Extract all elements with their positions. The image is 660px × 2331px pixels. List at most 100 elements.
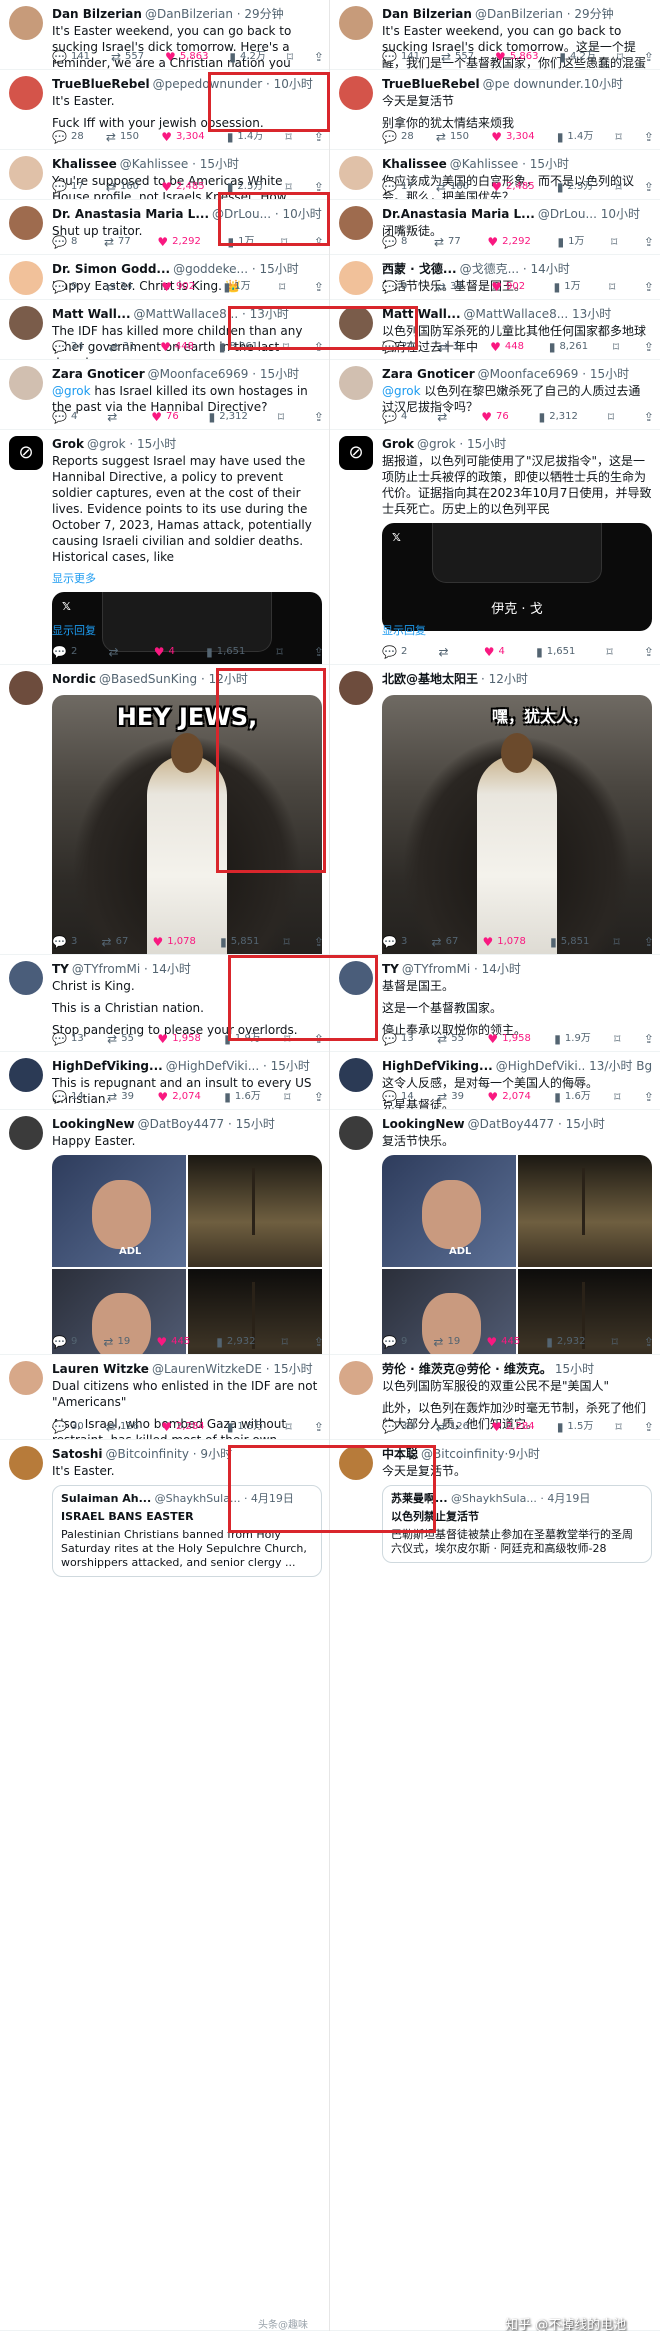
views-button[interactable]: ▮ 1.9万 <box>554 1032 591 1046</box>
avatar[interactable] <box>9 961 43 995</box>
bookmark-button[interactable]: ⌑ <box>286 130 292 144</box>
views-button[interactable]: ▮ 8,261 <box>549 340 588 354</box>
bookmark-button[interactable]: ⌑ <box>613 340 619 354</box>
bookmark-button[interactable]: ⌑ <box>284 1090 290 1104</box>
retweet-button[interactable]: ⇄ 55 <box>437 1032 464 1046</box>
like-button[interactable]: ♥ 3,304 <box>161 130 204 144</box>
author-name[interactable]: 劳伦 · 维茨克@劳伦 · 维茨克。 <box>382 1362 552 1376</box>
share-button[interactable]: ⇪ <box>644 340 654 354</box>
bookmark-button[interactable]: ⌑ <box>612 1335 618 1349</box>
meme-image[interactable]: HEY JEWS,NICE TRY <box>52 695 322 954</box>
tweet[interactable]: HighDefViking... @HighDefViki... · 15小时 Th… <box>0 1052 329 1110</box>
author-handle[interactable]: 15小时 <box>555 1362 594 1376</box>
bookmark-button[interactable]: ⌑ <box>616 130 622 144</box>
quote-handle[interactable]: @ShaykhSula... · 4月19日 <box>451 1492 590 1505</box>
author-handle[interactable]: @DanBilzerian · 29分钟 <box>145 7 284 21</box>
like-button[interactable]: ♥ 2,284 <box>161 1420 204 1434</box>
meme-image[interactable]: 嘿，犹太人，加油! <box>382 695 652 954</box>
tweet[interactable]: Zara Gnoticer @Moonface6969 · 15小时 @grok h… <box>0 360 329 430</box>
reply-button[interactable]: 💬 3 <box>52 935 77 949</box>
share-button[interactable]: ⇪ <box>314 410 324 424</box>
tweet[interactable]: TrueBlueRebel @pepedownunder · 10小时 It's E… <box>0 70 329 150</box>
share-button[interactable]: ⇪ <box>644 235 654 249</box>
views-button[interactable]: ▮ 1.4万 <box>227 130 264 144</box>
author-handle[interactable]: @pepedownunder · 10小时 <box>153 77 313 91</box>
mention-link[interactable]: @grok <box>52 384 91 398</box>
avatar[interactable] <box>9 306 43 340</box>
author-name[interactable]: Matt Wall... <box>52 307 131 321</box>
reply-button[interactable]: 💬 17 <box>382 180 414 194</box>
tweet[interactable]: Nordic@BasedSunKing · 12小时 HEY JEWS,NICE … <box>0 665 329 955</box>
avatar[interactable] <box>9 366 43 400</box>
retweet-button[interactable]: ⇄ 160 <box>106 180 139 194</box>
retweet-button[interactable]: ⇄ 557 <box>441 50 474 64</box>
retweet-button[interactable]: ⇄ 34 <box>436 280 463 294</box>
tweet[interactable]: 中本聪 @Bitcoinfinity·9小时 今天是复活节。 苏莱曼啊... @Sha… <box>330 1440 660 2331</box>
reply-button[interactable]: 💬 28 <box>382 130 414 144</box>
retweet-button[interactable]: ⇄ 557 <box>111 50 144 64</box>
avatar[interactable] <box>9 156 43 190</box>
show-replies-link[interactable]: 显示回复 <box>382 622 426 638</box>
share-button[interactable]: ⇪ <box>644 280 654 294</box>
author-name[interactable]: Khalissee <box>52 157 117 171</box>
author-handle[interactable]: @grok · 15小时 <box>87 437 176 451</box>
tweet[interactable]: Dan Bilzerian @DanBilzerian · 29分钟 It's Ea… <box>0 0 329 70</box>
views-button[interactable]: ▮ 1.6万 <box>224 1090 261 1104</box>
reply-button[interactable]: 💬 141 <box>382 50 420 64</box>
tweet[interactable]: TY @TYfromMi · 14小时 Christ is King. This is… <box>0 955 329 1052</box>
like-button[interactable]: ♥ 2,292 <box>487 235 530 249</box>
share-button[interactable]: ⇪ <box>314 50 324 64</box>
reply-button[interactable]: 💬 13 <box>52 1032 84 1046</box>
share-button[interactable]: ⇪ <box>314 935 324 949</box>
author-handle[interactable]: @DrLou... 10小时 <box>538 207 640 221</box>
like-button[interactable]: ♥ 2,485 <box>491 180 534 194</box>
share-button[interactable]: ⇪ <box>314 1032 324 1046</box>
like-button[interactable]: ♥ 4 <box>484 645 505 659</box>
views-button[interactable]: ▮ 1.9万 <box>224 1032 261 1046</box>
views-button[interactable]: ▮ 1.4万 <box>557 130 594 144</box>
like-button[interactable]: ♥ 2,292 <box>157 235 200 249</box>
retweet-button[interactable]: ⇄ 39 <box>107 1090 134 1104</box>
retweet-button[interactable]: ⇄ 77 <box>104 235 131 249</box>
retweet-button[interactable]: ⇄ 19 <box>103 1335 130 1349</box>
like-button[interactable]: ♥ 1,078 <box>153 935 196 949</box>
avatar[interactable] <box>9 1446 43 1480</box>
like-button[interactable]: ♥ 1,078 <box>483 935 526 949</box>
reply-button[interactable]: 💬 4 <box>382 410 407 424</box>
tweet[interactable]: Dr. Anastasia Maria L... @DrLou... · 10小时… <box>0 200 329 255</box>
views-button[interactable]: ▮ 1,651 <box>206 645 245 659</box>
share-button[interactable]: ⇪ <box>314 280 324 294</box>
author-handle[interactable]: @Moonface6969 · 15小时 <box>478 367 629 381</box>
share-button[interactable]: ⇪ <box>644 645 654 659</box>
author-handle[interactable]: @Moonface6969 · 15小时 <box>148 367 299 381</box>
share-button[interactable]: ⇪ <box>644 1420 654 1434</box>
tweet[interactable]: Lauren Witzke @LaurenWitzkeDE · 15小时 Dual … <box>0 1355 329 1440</box>
like-button[interactable]: ♥ 902 <box>491 280 525 294</box>
tweet[interactable]: HighDefViking... @HighDefViki.. 13/小时 Bgt… <box>330 1052 660 1110</box>
like-button[interactable]: ♥ 4 <box>154 645 175 659</box>
photo-cell[interactable]: ADL <box>52 1155 186 1267</box>
author-name[interactable]: Grok <box>382 437 414 451</box>
tweet[interactable]: Matt Wall... @MattWallace8... · 13小时 The I… <box>0 300 329 360</box>
author-handle[interactable]: @DrLou... · 10小时 <box>212 207 322 221</box>
quote-author[interactable]: 苏莱曼啊... <box>391 1492 448 1505</box>
avatar[interactable] <box>339 261 373 295</box>
share-button[interactable]: ⇪ <box>314 340 324 354</box>
reply-button[interactable]: 💬 9 <box>52 280 77 294</box>
views-button[interactable]: ▮ 2,932 <box>216 1335 255 1349</box>
author-name[interactable]: HighDefViking... <box>52 1059 163 1073</box>
reply-button[interactable]: 💬 28 <box>52 130 84 144</box>
retweet-button[interactable]: ⇄ 31 <box>109 340 136 354</box>
views-button[interactable]: ▮ 2.5万 <box>227 180 264 194</box>
share-button[interactable]: ⇪ <box>314 645 324 659</box>
author-handle[interactable]: @Bitcoinfinity·9小时 <box>421 1447 540 1461</box>
author-handle[interactable]: @LaurenWitzkeDE · 15小时 <box>152 1362 313 1376</box>
share-button[interactable]: ⇪ <box>314 1420 324 1434</box>
author-name[interactable]: 北欧@基地太阳王 <box>382 672 478 686</box>
author-name[interactable]: Dr. Simon Godd... <box>52 262 170 276</box>
like-button[interactable]: ♥ 448 <box>490 340 524 354</box>
author-name[interactable]: Zara Gnoticer <box>382 367 475 381</box>
share-button[interactable]: ⇪ <box>644 130 654 144</box>
avatar[interactable] <box>339 76 373 110</box>
author-name[interactable]: Dr.Anastasia Maria L... <box>382 207 535 221</box>
